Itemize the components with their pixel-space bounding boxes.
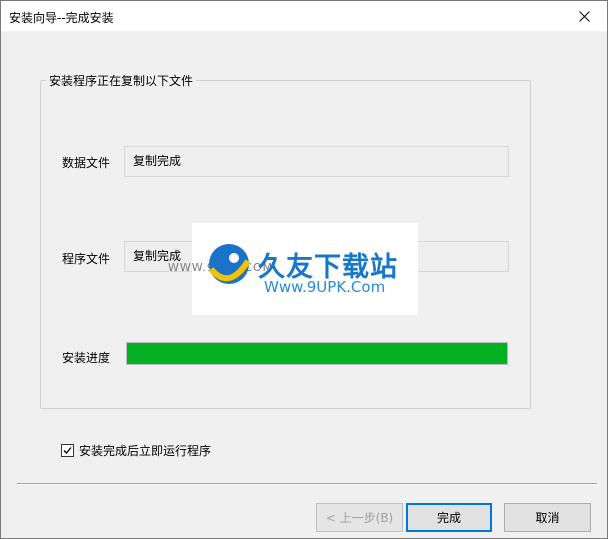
data-files-label: 数据文件 <box>62 156 111 170</box>
program-files-label: 程序文件 <box>62 252 111 266</box>
cancel-button[interactable]: 取消 <box>504 503 591 532</box>
group-legend: 安装程序正在复制以下文件 <box>46 72 197 89</box>
watermark-logo-icon <box>208 244 251 284</box>
window-title: 安装向导--完成安装 <box>9 11 114 25</box>
watermark-url: Www.9UPK.Com <box>264 278 386 296</box>
checkmark-icon <box>63 447 72 454</box>
installer-window: 安装向导--完成安装 安装程序正在复制以下文件 数据文件 复制完成 程序文件 复… <box>0 0 608 539</box>
progress-label: 安装进度 <box>62 351 111 365</box>
back-button[interactable]: < 上一步(B) <box>316 503 403 532</box>
close-button[interactable] <box>561 1 607 31</box>
run-after-install-checkbox[interactable] <box>61 444 74 457</box>
progress-fill <box>127 343 507 364</box>
run-after-install-option[interactable]: 安装完成后立即运行程序 <box>61 442 211 459</box>
watermark-overlay: WWW.9UPK.COM 久友下载站 Www.9UPK.Com <box>168 223 418 315</box>
finish-button[interactable]: 完成 <box>406 503 492 532</box>
install-progress-bar <box>126 342 508 365</box>
close-icon <box>578 10 590 22</box>
run-after-install-label: 安装完成后立即运行程序 <box>79 444 212 458</box>
title-bar[interactable]: 安装向导--完成安装 <box>1 1 607 31</box>
footer-separator <box>17 483 597 485</box>
data-files-status: 复制完成 <box>124 146 509 177</box>
